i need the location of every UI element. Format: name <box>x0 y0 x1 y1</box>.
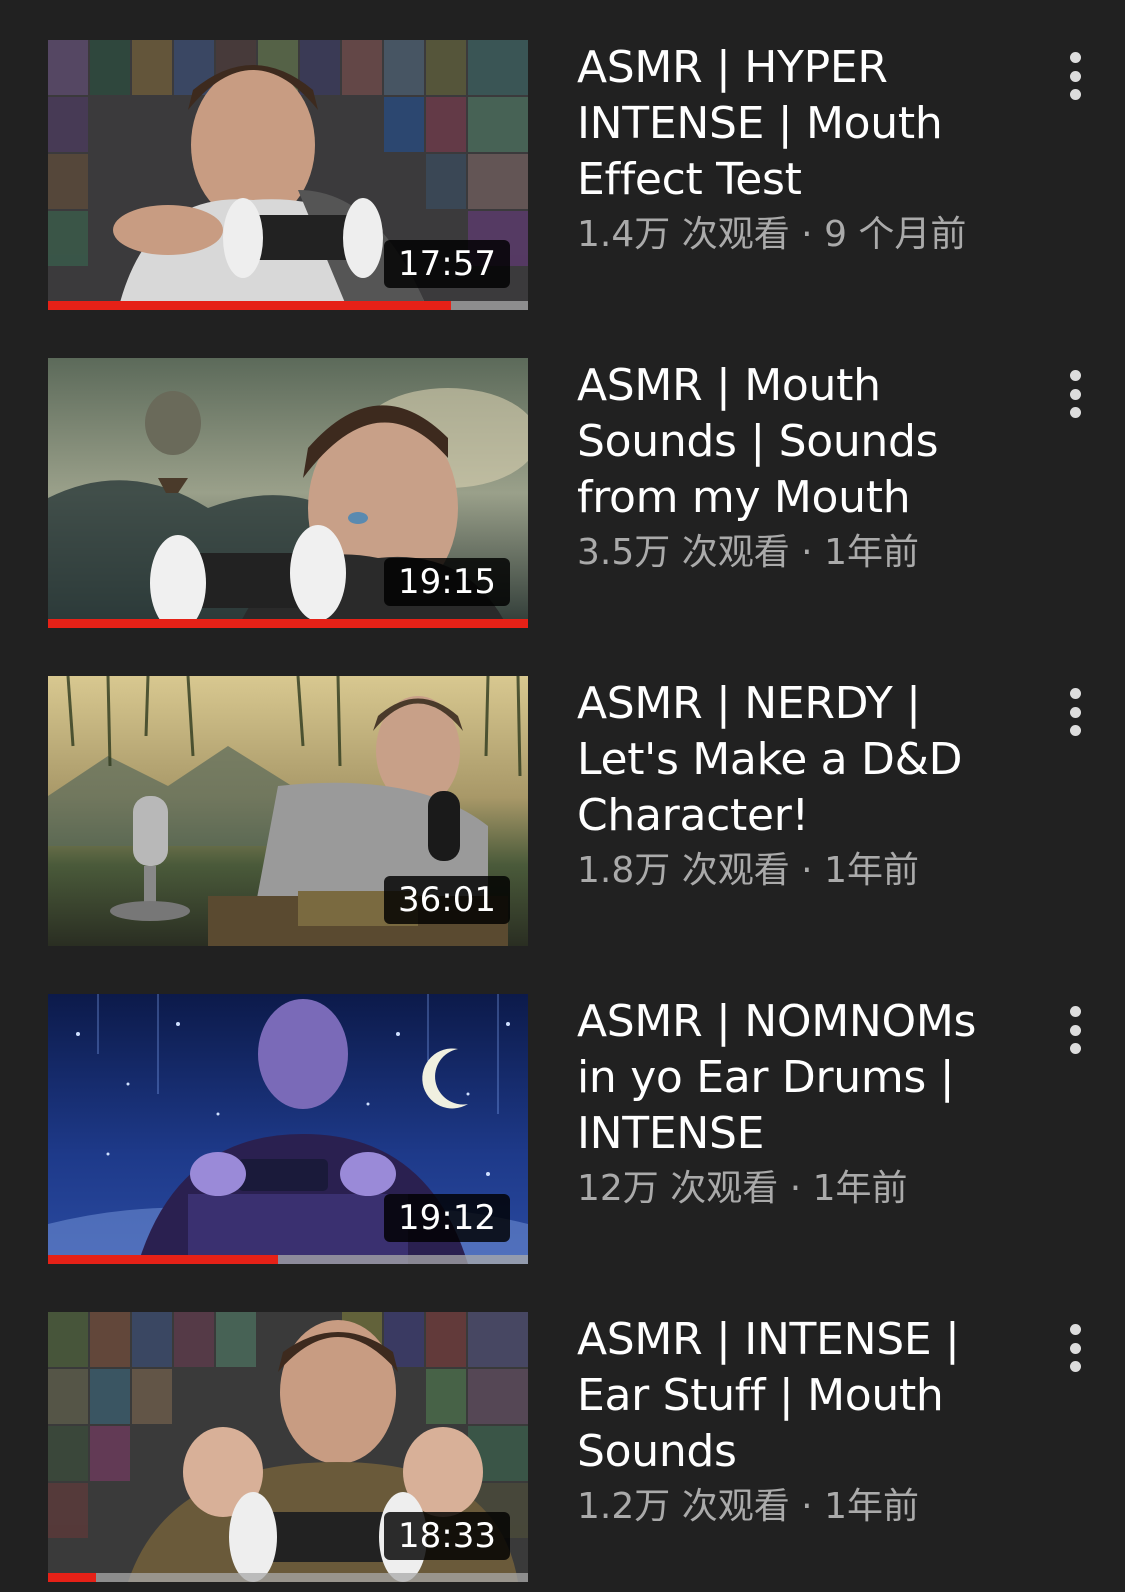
video-item[interactable]: 18:33 ASMR | INTENSE | Ear Stuff | Mouth… <box>0 1312 1125 1582</box>
watch-progress-fill <box>48 1255 279 1264</box>
video-info[interactable]: ASMR | Mouth Sounds | Sounds from my Mou… <box>577 358 1017 578</box>
video-item[interactable]: 36:01 ASMR | NERDY | Let's Make a D&D Ch… <box>0 676 1125 946</box>
video-duration: 18:33 <box>384 1512 510 1560</box>
watch-progress-bar <box>48 301 528 310</box>
view-count: 1.4万 次观看 <box>577 214 790 255</box>
video-duration: 19:12 <box>384 1194 510 1242</box>
video-thumbnail[interactable]: 36:01 <box>48 676 528 946</box>
view-count: 1.2万 次观看 <box>577 1486 790 1527</box>
video-title[interactable]: ASMR | NERDY | Let's Make a D&D Characte… <box>577 676 1017 844</box>
video-thumbnail[interactable]: 18:33 <box>48 1312 528 1582</box>
watch-progress-bar <box>48 1255 528 1264</box>
more-options-icon[interactable] <box>1060 1318 1090 1378</box>
video-meta: 1.2万 次观看 · 1年前 <box>577 1482 1017 1532</box>
upload-age: 1年前 <box>824 1486 919 1527</box>
meta-separator: · <box>801 850 813 891</box>
video-item[interactable]: 19:12 ASMR | NOMNOMs in yo Ear Drums | I… <box>0 994 1125 1264</box>
more-options-icon[interactable] <box>1060 46 1090 106</box>
video-title[interactable]: ASMR | Mouth Sounds | Sounds from my Mou… <box>577 358 1017 526</box>
view-count: 3.5万 次观看 <box>577 532 790 573</box>
video-meta: 3.5万 次观看 · 1年前 <box>577 528 1017 578</box>
video-item[interactable]: 19:15 ASMR | Mouth Sounds | Sounds from … <box>0 358 1125 628</box>
video-title[interactable]: ASMR | HYPER INTENSE | Mouth Effect Test <box>577 40 1017 208</box>
video-meta: 1.8万 次观看 · 1年前 <box>577 846 1017 896</box>
meta-separator: · <box>801 532 813 573</box>
upload-age: 9 个月前 <box>824 214 967 255</box>
meta-separator: · <box>801 1486 813 1527</box>
video-thumbnail[interactable]: 19:15 <box>48 358 528 628</box>
meta-separator: · <box>789 1168 802 1209</box>
watch-progress-fill <box>48 301 452 310</box>
video-meta: 1.4万 次观看 · 9 个月前 <box>577 210 1017 260</box>
upload-age: 1年前 <box>824 850 919 891</box>
video-duration: 36:01 <box>384 876 510 924</box>
video-info[interactable]: ASMR | NOMNOMs in yo Ear Drums | INTENSE… <box>577 994 1017 1214</box>
video-meta: 12万 次观看 · 1年前 <box>577 1164 1017 1214</box>
video-title[interactable]: ASMR | NOMNOMs in yo Ear Drums | INTENSE <box>577 994 1017 1162</box>
view-count: 12万 次观看 <box>577 1168 779 1209</box>
upload-age: 1年前 <box>812 1168 908 1209</box>
more-options-icon[interactable] <box>1060 682 1090 742</box>
video-info[interactable]: ASMR | NERDY | Let's Make a D&D Characte… <box>577 676 1017 896</box>
video-info[interactable]: ASMR | INTENSE | Ear Stuff | Mouth Sound… <box>577 1312 1017 1532</box>
view-count: 1.8万 次观看 <box>577 850 790 891</box>
video-item[interactable]: 17:57 ASMR | HYPER INTENSE | Mouth Effec… <box>0 40 1125 310</box>
watch-progress-bar <box>48 1573 528 1582</box>
meta-separator: · <box>801 214 813 255</box>
watch-progress-fill <box>48 1573 96 1582</box>
watch-progress-fill <box>48 619 528 628</box>
video-title[interactable]: ASMR | INTENSE | Ear Stuff | Mouth Sound… <box>577 1312 1017 1480</box>
watch-progress-bar <box>48 619 528 628</box>
upload-age: 1年前 <box>824 532 919 573</box>
video-info[interactable]: ASMR | HYPER INTENSE | Mouth Effect Test… <box>577 40 1017 260</box>
more-options-icon[interactable] <box>1060 1000 1090 1060</box>
more-options-icon[interactable] <box>1060 364 1090 424</box>
video-thumbnail[interactable]: 19:12 <box>48 994 528 1264</box>
video-thumbnail[interactable]: 17:57 <box>48 40 528 310</box>
video-duration: 19:15 <box>384 558 510 606</box>
video-duration: 17:57 <box>384 240 510 288</box>
